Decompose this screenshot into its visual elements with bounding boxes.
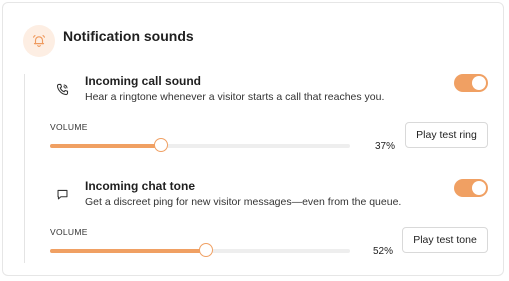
setting-description: Hear a ringtone whenever a visitor start… xyxy=(85,91,385,103)
notification-sounds-card: Notification sounds Incoming call sound … xyxy=(2,2,504,276)
call-volume-slider[interactable] xyxy=(50,138,350,152)
section-divider xyxy=(24,74,25,263)
phone-icon xyxy=(54,81,70,97)
slider-thumb[interactable] xyxy=(199,243,213,257)
setting-label: Incoming call sound xyxy=(85,74,202,88)
play-test-ring-button[interactable]: Play test ring xyxy=(405,122,488,148)
setting-label: Incoming chat tone xyxy=(85,179,196,193)
chat-icon xyxy=(54,186,70,202)
chat-volume-slider[interactable] xyxy=(50,243,350,257)
setting-description: Get a discreet ping for new visitor mess… xyxy=(85,196,402,208)
play-test-tone-button[interactable]: Play test tone xyxy=(402,227,488,253)
slider-fill xyxy=(50,144,161,148)
volume-value: 37% xyxy=(375,141,396,152)
slider-fill xyxy=(50,249,206,253)
incoming-chat-toggle[interactable] xyxy=(454,179,488,197)
toggle-knob xyxy=(472,76,486,90)
section-title: Notification sounds xyxy=(63,28,194,44)
toggle-knob xyxy=(472,181,486,195)
volume-label: VOLUME xyxy=(50,122,88,132)
bell-icon xyxy=(33,35,45,47)
volume-label: VOLUME xyxy=(50,227,88,237)
volume-value: 52% xyxy=(373,246,394,257)
incoming-call-toggle[interactable] xyxy=(454,74,488,92)
slider-thumb[interactable] xyxy=(154,138,168,152)
bell-icon-badge xyxy=(23,25,55,57)
